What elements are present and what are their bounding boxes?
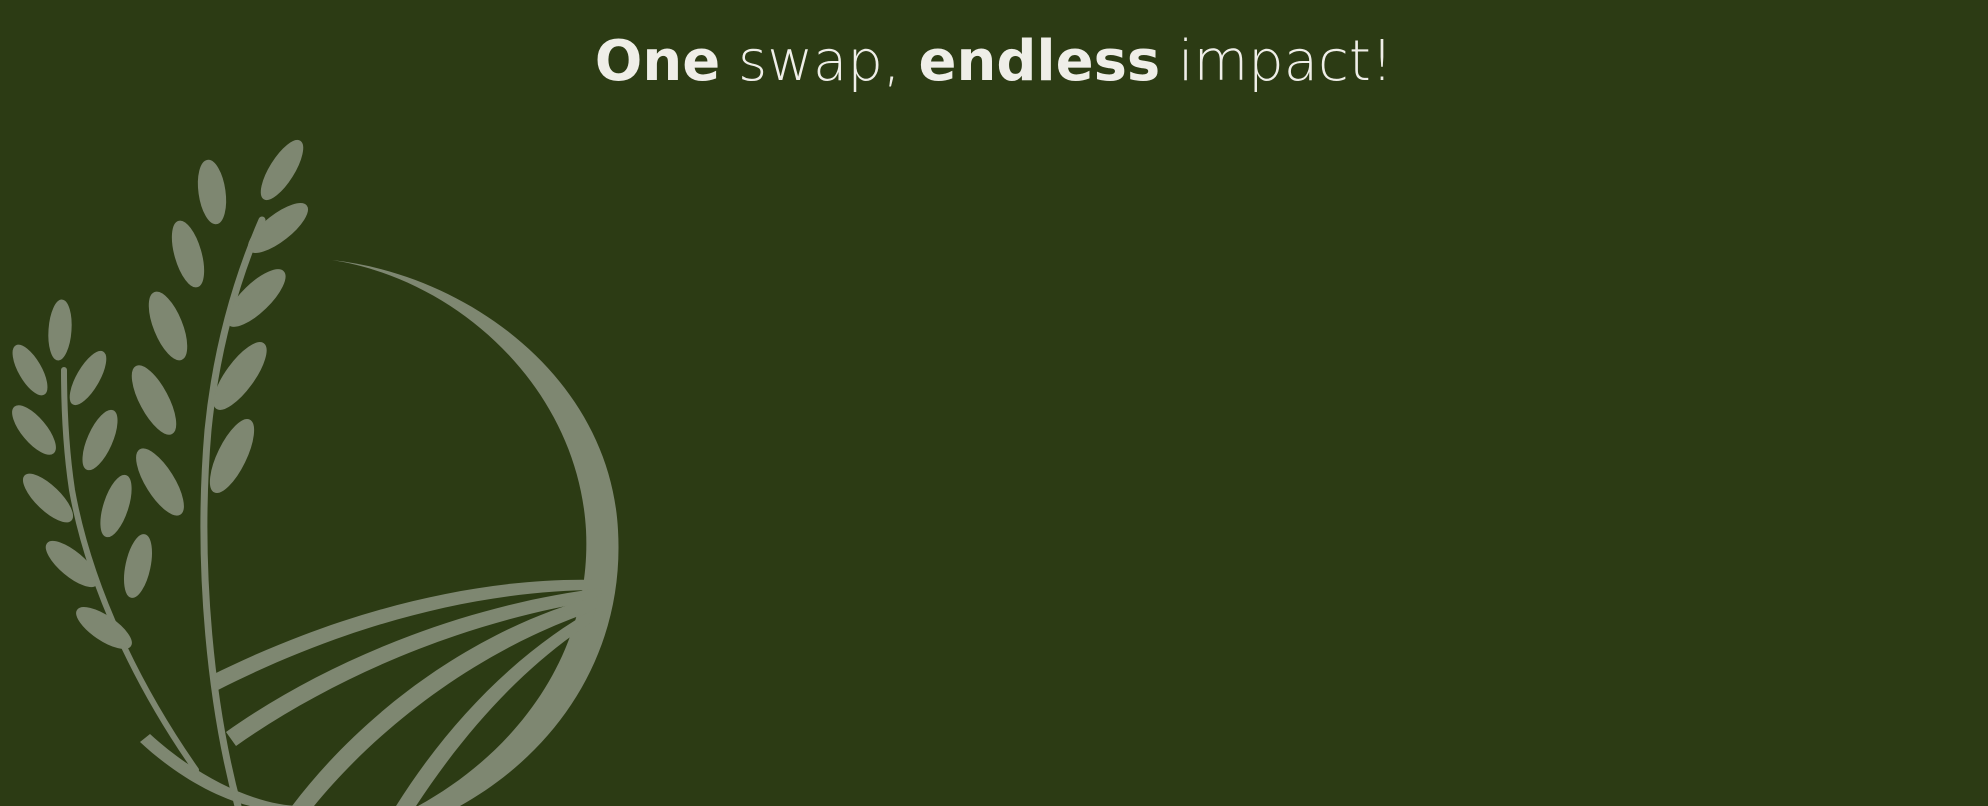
hero-section: One swap, endless impact!: [0, 0, 1988, 806]
wheat-field-icon: [12, 139, 619, 806]
logo-field-base: [140, 734, 300, 806]
headline-text-impact: impact!: [1160, 29, 1394, 94]
logo-field-furrow-1: [210, 579, 600, 690]
headline-word-endless: endless: [918, 29, 1161, 94]
headline-text-swap: swap,: [720, 29, 919, 94]
hero-headline: One swap, endless impact!: [0, 22, 1988, 102]
logo-wheat-stalk-short: [12, 299, 199, 773]
headline-word-one: One: [594, 29, 721, 94]
